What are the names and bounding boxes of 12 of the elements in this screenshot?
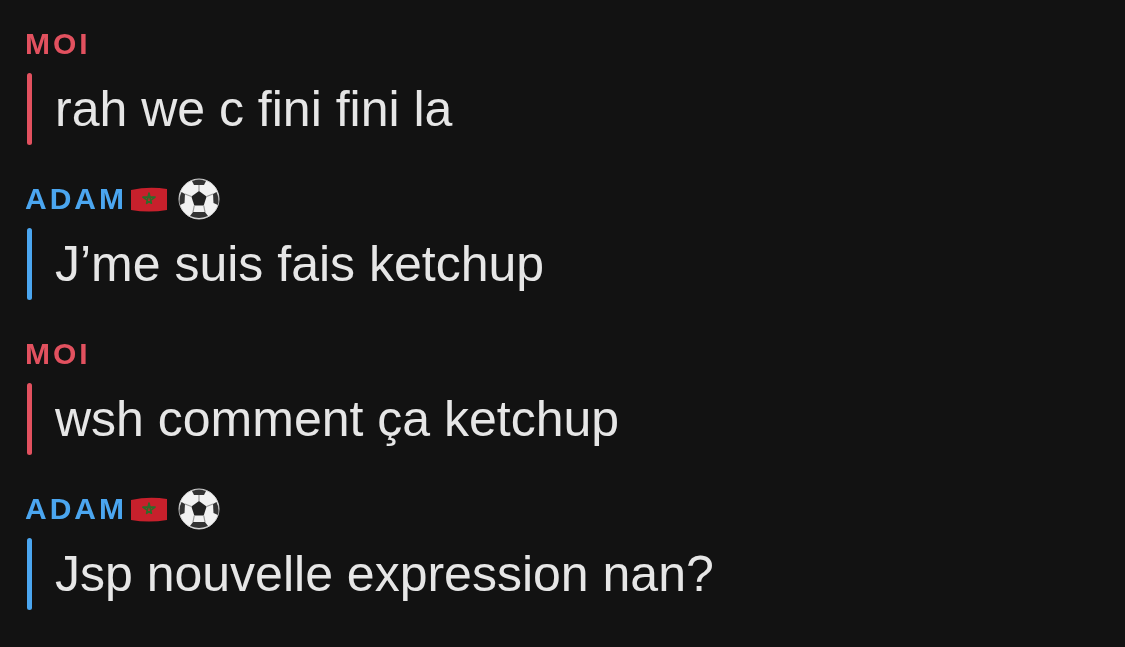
message-text: rah we c fini fini la bbox=[55, 80, 453, 139]
sender-name: ADAM bbox=[25, 492, 127, 526]
message-text: J’me suis fais ketchup bbox=[55, 235, 545, 294]
sender-name: MOI bbox=[25, 27, 91, 61]
sender-name: ADAM bbox=[25, 182, 127, 216]
flag-icon bbox=[129, 185, 169, 213]
message-text: wsh comment ça ketchup bbox=[55, 390, 620, 449]
soccer-ball-icon bbox=[178, 488, 220, 530]
soccer-ball-icon bbox=[178, 178, 220, 220]
sender-name: MOI bbox=[25, 337, 91, 371]
flag-icon bbox=[129, 495, 169, 523]
message-text: Jsp nouvelle expression nan? bbox=[55, 545, 714, 604]
